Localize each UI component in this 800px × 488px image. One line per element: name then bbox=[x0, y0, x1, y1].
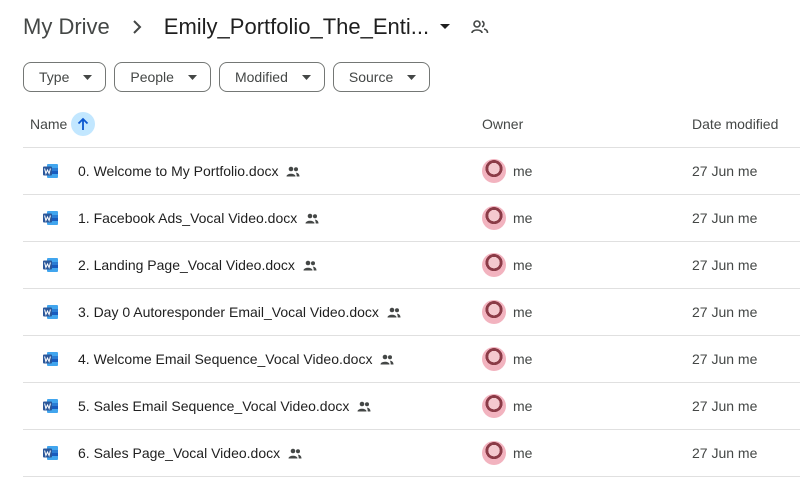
owner-avatar bbox=[482, 159, 506, 183]
shared-icon bbox=[303, 260, 317, 271]
file-row[interactable]: 2. Landing Page_Vocal Video.docx me 27 J… bbox=[23, 242, 800, 289]
file-name[interactable]: 4. Welcome Email Sequence_Vocal Video.do… bbox=[78, 351, 372, 367]
shared-icon bbox=[387, 307, 401, 318]
file-name-cell: 6. Sales Page_Vocal Video.docx bbox=[78, 445, 302, 461]
chevron-right-icon bbox=[132, 20, 142, 34]
column-owner-header[interactable]: Owner bbox=[482, 116, 523, 132]
file-name[interactable]: 1. Facebook Ads_Vocal Video.docx bbox=[78, 210, 297, 226]
file-name[interactable]: 6. Sales Page_Vocal Video.docx bbox=[78, 445, 280, 461]
filter-bar: Type People Modified Source bbox=[23, 62, 431, 92]
owner-name: me bbox=[513, 257, 533, 273]
owner-name: me bbox=[513, 351, 533, 367]
shared-icon bbox=[380, 354, 394, 365]
owner-avatar bbox=[482, 206, 506, 230]
filter-label: People bbox=[130, 69, 174, 85]
date-modified: 27 Jun me bbox=[692, 304, 758, 320]
caret-down-icon bbox=[407, 74, 417, 80]
sort-ascending-icon[interactable] bbox=[71, 112, 96, 136]
date-modified: 27 Jun me bbox=[692, 163, 758, 179]
file-row[interactable]: 5. Sales Email Sequence_Vocal Video.docx… bbox=[23, 383, 800, 430]
filter-label: Type bbox=[39, 69, 70, 85]
word-document-icon bbox=[43, 398, 59, 417]
file-name-cell: 3. Day 0 Autoresponder Email_Vocal Video… bbox=[78, 304, 401, 320]
file-row[interactable]: 4. Welcome Email Sequence_Vocal Video.do… bbox=[23, 336, 800, 383]
column-name-header[interactable]: Name bbox=[30, 112, 96, 136]
filter-people-chip[interactable]: People bbox=[114, 62, 211, 92]
date-modified: 27 Jun me bbox=[692, 398, 758, 414]
filter-type-chip[interactable]: Type bbox=[23, 62, 107, 92]
file-row[interactable]: 6. Sales Page_Vocal Video.docx me 27 Jun… bbox=[23, 430, 800, 477]
caret-down-icon bbox=[187, 74, 197, 80]
owner-name: me bbox=[513, 304, 533, 320]
filter-label: Source bbox=[348, 69, 394, 85]
breadcrumb: My Drive Emily_Portfolio_The_Enti... bbox=[23, 10, 489, 44]
word-document-icon bbox=[43, 445, 59, 464]
owner-avatar bbox=[482, 300, 506, 324]
file-row[interactable]: 1. Facebook Ads_Vocal Video.docx me 27 J… bbox=[23, 195, 800, 242]
date-modified: 27 Jun me bbox=[692, 351, 758, 367]
folder-menu-caret-icon[interactable] bbox=[439, 23, 451, 31]
file-name-cell: 4. Welcome Email Sequence_Vocal Video.do… bbox=[78, 351, 394, 367]
file-row[interactable]: 0. Welcome to My Portfolio.docx me 27 Ju… bbox=[23, 148, 800, 195]
breadcrumb-current-folder[interactable]: Emily_Portfolio_The_Enti... bbox=[164, 14, 429, 40]
file-name-cell: 2. Landing Page_Vocal Video.docx bbox=[78, 257, 317, 273]
caret-down-icon bbox=[301, 74, 311, 80]
word-document-icon bbox=[43, 257, 59, 276]
filter-modified-chip[interactable]: Modified bbox=[218, 62, 325, 92]
file-name[interactable]: 0. Welcome to My Portfolio.docx bbox=[78, 163, 278, 179]
column-date-header[interactable]: Date modified bbox=[692, 116, 778, 132]
word-document-icon bbox=[43, 210, 59, 229]
word-document-icon bbox=[43, 304, 59, 323]
date-modified: 27 Jun me bbox=[692, 257, 758, 273]
owner-avatar bbox=[482, 441, 506, 465]
date-modified: 27 Jun me bbox=[692, 445, 758, 461]
owner-avatar bbox=[482, 253, 506, 277]
owner-name: me bbox=[513, 210, 533, 226]
shared-people-icon[interactable] bbox=[471, 20, 489, 34]
file-list: Name Owner Date modified 0. Welcome to M… bbox=[23, 101, 800, 477]
column-name-label: Name bbox=[30, 116, 68, 132]
file-name-cell: 0. Welcome to My Portfolio.docx bbox=[78, 163, 300, 179]
owner-name: me bbox=[513, 163, 533, 179]
file-name-cell: 1. Facebook Ads_Vocal Video.docx bbox=[78, 210, 319, 226]
shared-icon bbox=[286, 166, 300, 177]
filter-source-chip[interactable]: Source bbox=[332, 62, 431, 92]
word-document-icon bbox=[43, 351, 59, 370]
word-document-icon bbox=[43, 163, 59, 182]
file-name[interactable]: 3. Day 0 Autoresponder Email_Vocal Video… bbox=[78, 304, 379, 320]
shared-icon bbox=[305, 213, 319, 224]
shared-icon bbox=[288, 448, 302, 459]
owner-name: me bbox=[513, 445, 533, 461]
file-row[interactable]: 3. Day 0 Autoresponder Email_Vocal Video… bbox=[23, 289, 800, 336]
shared-icon bbox=[357, 401, 371, 412]
file-name[interactable]: 2. Landing Page_Vocal Video.docx bbox=[78, 257, 295, 273]
file-name-cell: 5. Sales Email Sequence_Vocal Video.docx bbox=[78, 398, 371, 414]
file-name[interactable]: 5. Sales Email Sequence_Vocal Video.docx bbox=[78, 398, 349, 414]
owner-avatar bbox=[482, 394, 506, 418]
breadcrumb-my-drive[interactable]: My Drive bbox=[23, 14, 110, 40]
filter-label: Modified bbox=[234, 69, 288, 85]
owner-avatar bbox=[482, 347, 506, 371]
file-list-header: Name Owner Date modified bbox=[23, 101, 800, 148]
owner-name: me bbox=[513, 398, 533, 414]
caret-down-icon bbox=[83, 74, 93, 80]
date-modified: 27 Jun me bbox=[692, 210, 758, 226]
